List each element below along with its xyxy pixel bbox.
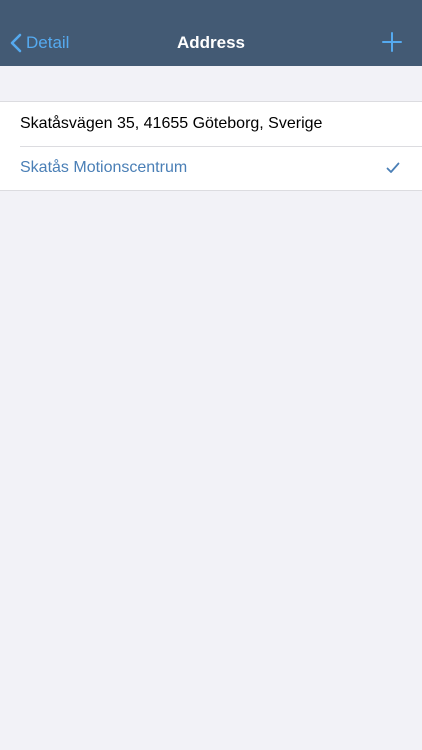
address-row-label: Skatåsvägen 35, 41655 Göteborg, Sverige — [20, 115, 323, 132]
checkmark-icon — [386, 162, 400, 173]
page-title: Address — [176, 33, 246, 52]
address-list: Skatåsvägen 35, 41655 Göteborg, Sverige … — [0, 101, 422, 191]
plus-icon[interactable] — [382, 32, 402, 52]
address-row-label: Skatås Motionscentrum — [20, 159, 188, 176]
address-row-street[interactable]: Skatåsvägen 35, 41655 Göteborg, Sverige — [0, 102, 422, 146]
navigation-bar: Detail Address — [0, 0, 422, 66]
address-row-place[interactable]: Skatås Motionscentrum — [0, 146, 422, 190]
